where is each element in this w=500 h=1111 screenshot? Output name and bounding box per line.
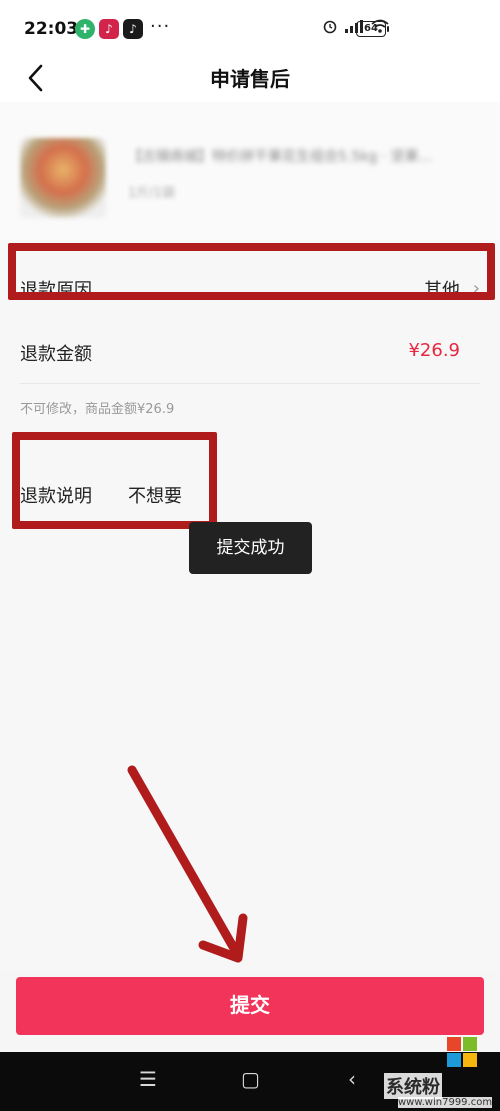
nav-bar: 申请售后 xyxy=(0,58,500,102)
douyin-app-icon: ♪ xyxy=(99,19,119,39)
refund-amount-value: ¥26.9 xyxy=(408,340,460,361)
refund-amount-label: 退款金额 xyxy=(20,344,92,365)
app-badge-icon: ✚ xyxy=(75,19,95,39)
tiktok-app-icon: ♪ xyxy=(123,19,143,39)
status-time: 22:03 xyxy=(24,19,79,39)
submit-button[interactable]: 提交 xyxy=(16,977,484,1035)
refund-amount-hint: 不可修改，商品金额¥26.9 xyxy=(20,402,175,417)
divider xyxy=(20,383,480,384)
watermark-title: 系统粉 xyxy=(384,1073,442,1099)
refund-amount-row: 退款金额 ¥26.9 xyxy=(20,340,480,368)
back-key-icon[interactable]: ‹ xyxy=(348,1067,356,1091)
refund-form: 退款原因 其他 › 退款金额 ¥26.9 不可修改，商品金额¥26.9 退款说明… xyxy=(0,240,500,970)
product-card: 【古锦商城】特价拼干果花生组合5.5kg · 坚果… 1斤/1袋 xyxy=(0,102,500,240)
watermark-url: www.win7999.com xyxy=(398,1097,493,1108)
windows-logo-icon xyxy=(447,1037,477,1067)
home-key-icon[interactable]: ▢ xyxy=(241,1067,260,1091)
alarm-icon xyxy=(323,20,337,34)
menu-key-icon[interactable]: ☰ xyxy=(139,1067,157,1091)
product-thumbnail xyxy=(20,138,106,218)
annotation-box-explain xyxy=(12,432,217,529)
page-title: 申请售后 xyxy=(210,67,290,91)
more-notifications-icon: ··· xyxy=(150,16,171,37)
battery-icon: 64 xyxy=(356,21,389,37)
annotation-box-reason xyxy=(8,243,495,300)
toast-message: 提交成功 xyxy=(189,522,312,574)
product-name: 【古锦商城】特价拼干果花生组合5.5kg · 坚果… xyxy=(128,149,433,165)
status-bar: 22:03 ✚ ♪ ♪ ··· 64 xyxy=(0,0,500,58)
product-spec: 1斤/1袋 xyxy=(128,186,175,201)
